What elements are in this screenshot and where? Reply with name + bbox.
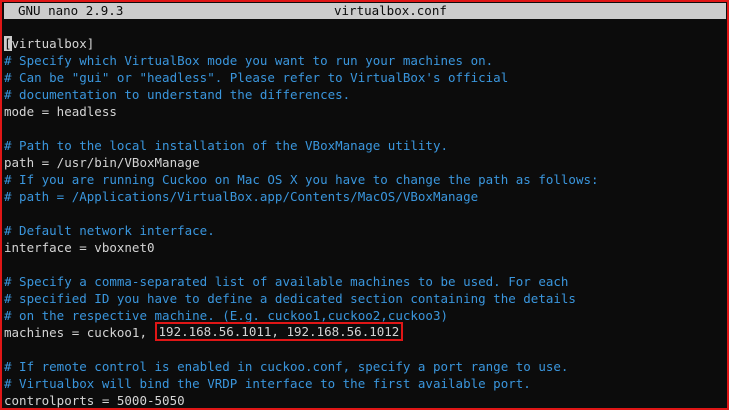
comment-line[interactable]: # specified ID you have to define a dedi… xyxy=(4,290,726,307)
comment-line[interactable]: # Can be "gui" or "headless". Please ref… xyxy=(4,69,726,86)
setting-line-mode[interactable]: mode = headless xyxy=(4,103,726,120)
blank-line[interactable] xyxy=(4,120,726,137)
line-section-header[interactable]: [virtualbox] xyxy=(4,35,726,52)
comment-line[interactable]: # If remote control is enabled in cuckoo… xyxy=(4,358,726,375)
comment-line[interactable]: # Default network interface. xyxy=(4,222,726,239)
blank-line[interactable] xyxy=(4,256,726,273)
editor-text-area[interactable]: [virtualbox] # Specify which VirtualBox … xyxy=(4,35,726,408)
line-text: virtualbox] xyxy=(11,36,95,51)
comment-line[interactable]: # path = /Applications/VirtualBox.app/Co… xyxy=(4,188,726,205)
terminal-window: GNU nano 2.9.3 virtualbox.conf [virtualb… xyxy=(0,0,729,410)
comment-line[interactable]: # If you are running Cuckoo on Mac OS X … xyxy=(4,171,726,188)
nano-title-bar: GNU nano 2.9.3 virtualbox.conf xyxy=(4,3,726,19)
comment-line[interactable]: # Path to the local installation of the … xyxy=(4,137,726,154)
highlighted-ip-addresses: 192.168.56.1011, 192.168.56.1012 xyxy=(154,322,404,341)
text-cursor: [ xyxy=(4,36,12,51)
app-title: GNU nano 2.9.3 xyxy=(18,3,124,18)
comment-line[interactable]: # Specify which VirtualBox mode you want… xyxy=(4,52,726,69)
blank-line[interactable] xyxy=(4,205,726,222)
setting-line-path[interactable]: path = /usr/bin/VBoxManage xyxy=(4,154,726,171)
blank-line[interactable] xyxy=(4,341,726,358)
file-name: virtualbox.conf xyxy=(334,3,447,18)
setting-line-interface[interactable]: interface = vboxnet0 xyxy=(4,239,726,256)
setting-line-controlports[interactable]: controlports = 5000-5050 xyxy=(4,392,726,408)
comment-line[interactable]: # documentation to understand the differ… xyxy=(4,86,726,103)
comment-line[interactable]: # Specify a comma-separated list of avai… xyxy=(4,273,726,290)
setting-line-machines[interactable]: machines = cuckoo1, 192.168.56.1011, 192… xyxy=(4,322,726,341)
comment-line[interactable]: # Virtualbox will bind the VRDP interfac… xyxy=(4,375,726,392)
machines-prefix: machines = cuckoo1, xyxy=(4,325,155,340)
